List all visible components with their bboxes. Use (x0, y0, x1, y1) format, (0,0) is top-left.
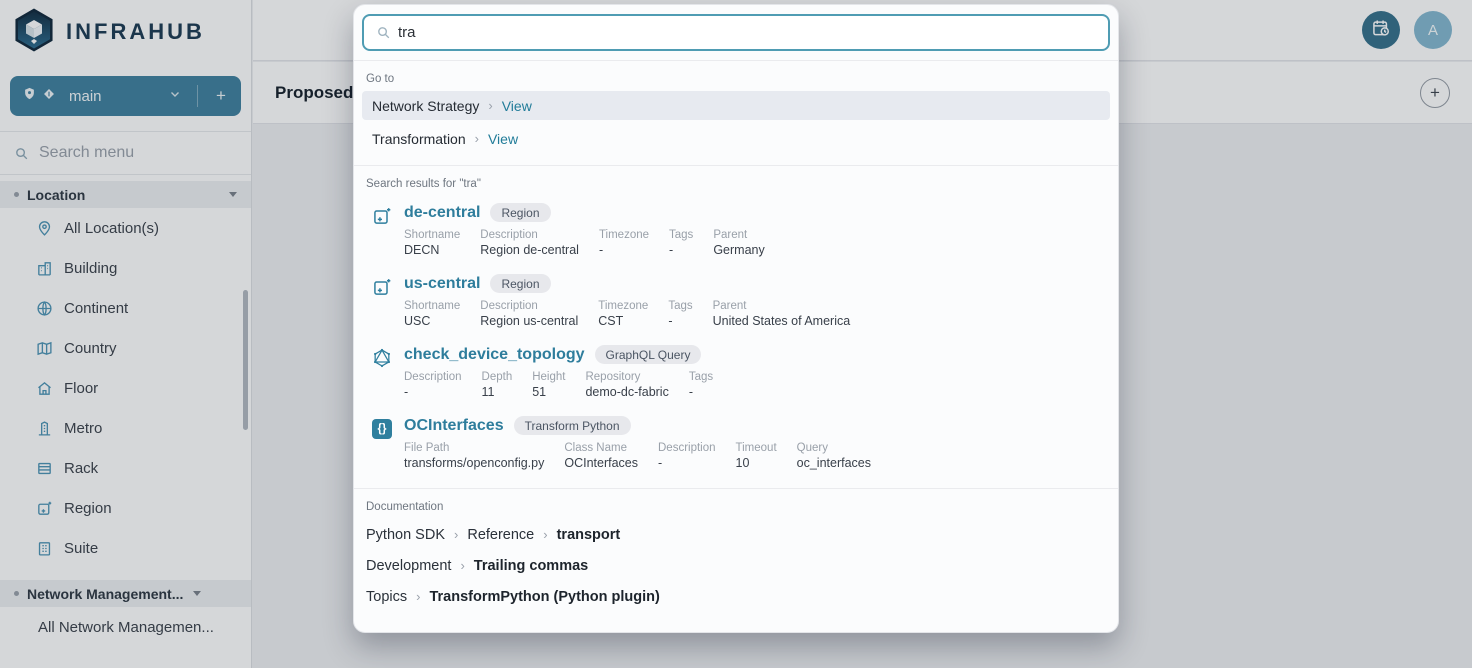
field: Depth11 (482, 371, 513, 399)
documentation-heading: Documentation (366, 501, 1110, 513)
field: Height51 (532, 371, 565, 399)
kind-badge: GraphQL Query (595, 345, 702, 364)
doc-crumb: Reference (467, 527, 534, 543)
kind-badge: Transform Python (514, 416, 631, 435)
field: ParentGermany (713, 229, 764, 257)
region-add-icon (372, 274, 394, 328)
field: Tags- (668, 300, 692, 328)
field: ParentUnited States of America (713, 300, 851, 328)
result-de-central[interactable]: de-central Region ShortnameDECN Descript… (362, 196, 1110, 267)
field: ShortnameDECN (404, 229, 460, 257)
results-section: Search results for "tra" de-central Regi… (354, 166, 1118, 488)
chevron-right-icon: › (543, 527, 547, 542)
doc-crumb-last: transport (557, 527, 621, 543)
field: Timezone- (599, 229, 649, 257)
doc-crumb-last: Trailing commas (474, 558, 588, 574)
result-title[interactable]: us-central (404, 275, 480, 293)
field: Description- (404, 371, 462, 399)
goto-heading: Go to (366, 73, 1110, 85)
region-add-icon (372, 203, 394, 257)
view-link[interactable]: View (502, 98, 532, 114)
braces-icon: {} (372, 416, 394, 470)
view-link[interactable]: View (488, 131, 518, 147)
result-check-device-topology[interactable]: check_device_topology GraphQL Query Desc… (362, 338, 1110, 409)
kind-badge: Region (490, 203, 550, 222)
field: Tags- (689, 371, 713, 399)
chevron-right-icon: › (416, 589, 420, 604)
search-modal: Go to Network Strategy › View Transforma… (353, 4, 1119, 633)
modal-search (354, 5, 1118, 61)
global-search-input[interactable] (362, 14, 1110, 51)
field: ShortnameUSC (404, 300, 460, 328)
field: Timeout10 (736, 442, 777, 470)
field: Class NameOCInterfaces (564, 442, 638, 470)
field: DescriptionRegion de-central (480, 229, 579, 257)
result-title[interactable]: de-central (404, 204, 480, 222)
documentation-section: Documentation Python SDK › Reference › t… (354, 489, 1118, 620)
result-title[interactable]: check_device_topology (404, 346, 585, 364)
goto-path: Network Strategy (372, 98, 479, 114)
app: INFRAHUB main + (0, 0, 1472, 668)
field: Queryoc_interfaces (797, 442, 871, 470)
result-us-central[interactable]: us-central Region ShortnameUSC Descripti… (362, 267, 1110, 338)
chevron-right-icon: › (475, 131, 479, 146)
field: Repositorydemo-dc-fabric (585, 371, 668, 399)
goto-section: Go to Network Strategy › View Transforma… (354, 61, 1118, 165)
field: TimezoneCST (598, 300, 648, 328)
doc-crumb: Development (366, 558, 451, 574)
goto-row-transformation[interactable]: Transformation › View (362, 124, 1110, 153)
doc-crumb: Python SDK (366, 527, 445, 543)
chevron-right-icon: › (488, 98, 492, 113)
chevron-right-icon: › (454, 527, 458, 542)
field: Tags- (669, 229, 693, 257)
field: File Pathtransforms/openconfig.py (404, 442, 544, 470)
graphql-icon (372, 345, 394, 399)
chevron-right-icon: › (460, 558, 464, 573)
doc-crumb-last: TransformPython (Python plugin) (429, 589, 659, 605)
kind-badge: Region (490, 274, 550, 293)
doc-row-transformpython[interactable]: Topics › TransformPython (Python plugin) (362, 581, 1110, 612)
search-icon (376, 25, 391, 40)
field: DescriptionRegion us-central (480, 300, 578, 328)
doc-row-transport[interactable]: Python SDK › Reference › transport (362, 519, 1110, 550)
result-ocinterfaces[interactable]: {} OCInterfaces Transform Python File Pa… (362, 409, 1110, 480)
doc-row-trailing-commas[interactable]: Development › Trailing commas (362, 550, 1110, 581)
results-heading: Search results for "tra" (366, 178, 1110, 190)
goto-row-network-strategy[interactable]: Network Strategy › View (362, 91, 1110, 120)
field: Description- (658, 442, 716, 470)
result-title[interactable]: OCInterfaces (404, 417, 504, 435)
doc-crumb: Topics (366, 589, 407, 605)
goto-path: Transformation (372, 131, 466, 147)
